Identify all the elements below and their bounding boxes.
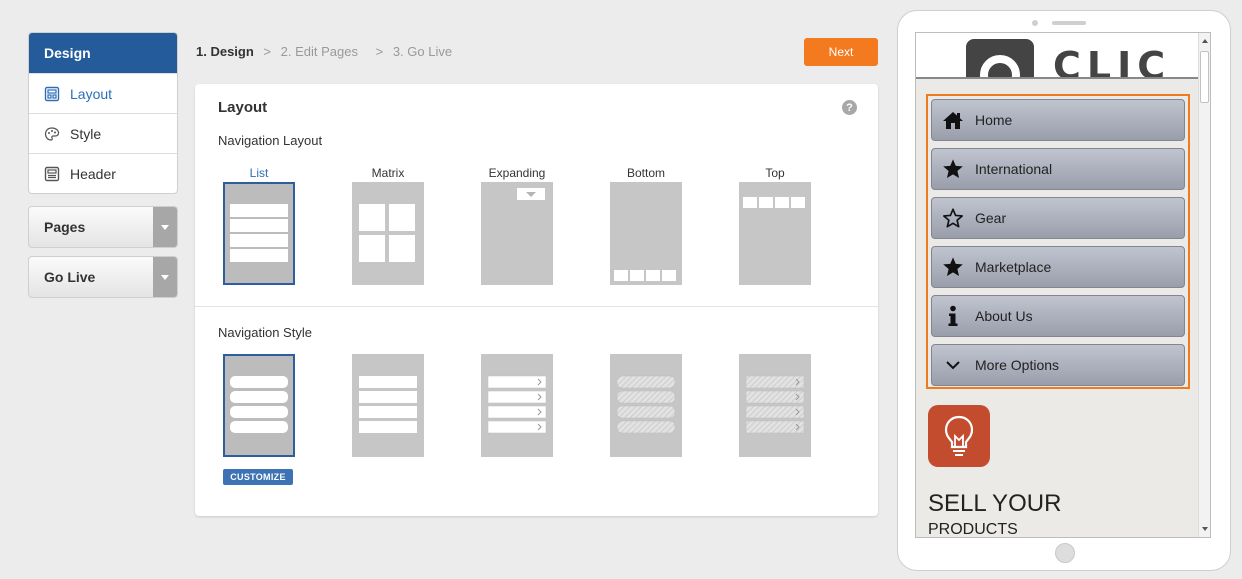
design-header[interactable]: Design bbox=[29, 33, 177, 73]
phone-home-button bbox=[1055, 543, 1075, 563]
section-divider bbox=[195, 306, 878, 307]
help-icon[interactable]: ? bbox=[842, 100, 857, 115]
phone-camera bbox=[1032, 20, 1038, 26]
nav-style-title: Navigation Style bbox=[218, 325, 312, 340]
layout-thumbnail-top bbox=[739, 182, 811, 285]
sidebar: Design Layout Style Header Pages Go Live bbox=[28, 32, 178, 298]
star-outline-icon bbox=[942, 207, 964, 229]
preview-nav-label: More Options bbox=[975, 357, 1060, 373]
preview-nav-about-us[interactable]: About Us bbox=[931, 295, 1185, 337]
layout-icon bbox=[44, 86, 60, 102]
home-icon bbox=[942, 109, 964, 131]
layout-panel: Layout ? Navigation Layout List Matrix E… bbox=[195, 84, 878, 516]
layout-option-label: Top bbox=[765, 166, 785, 180]
preview-nav-marketplace[interactable]: Marketplace bbox=[931, 246, 1185, 288]
preview-nav-more-options[interactable]: More Options bbox=[931, 344, 1185, 386]
breadcrumb-separator: > bbox=[263, 44, 272, 59]
layout-thumbnail-expanding bbox=[481, 182, 553, 285]
design-panel: Design Layout Style Header bbox=[28, 32, 178, 194]
panel-title: Layout bbox=[218, 99, 268, 116]
pages-label: Pages bbox=[44, 219, 86, 235]
phone-screen: CLIC Home International Gear Marketplace… bbox=[915, 32, 1211, 538]
chevron-down-icon bbox=[942, 354, 964, 376]
sidebar-item-layout[interactable]: Layout bbox=[29, 73, 177, 113]
star-filled-icon bbox=[942, 256, 964, 278]
preview-nav-label: Gear bbox=[975, 210, 1007, 226]
chevron-down-icon bbox=[153, 257, 177, 297]
golive-label: Go Live bbox=[44, 269, 96, 285]
customize-button[interactable]: CUSTOMIZE bbox=[223, 469, 293, 485]
layout-thumbnail-matrix bbox=[352, 182, 424, 285]
scroll-down-icon[interactable] bbox=[1202, 527, 1208, 531]
style-thumbnail-rounded bbox=[223, 354, 295, 457]
app-logo-bar: CLIC bbox=[916, 33, 1198, 79]
promo-title: SELL YOUR bbox=[928, 490, 1062, 517]
header-icon bbox=[44, 166, 60, 182]
layout-option-expanding[interactable]: Expanding bbox=[481, 166, 553, 285]
style-thumbnail-textured-arrow bbox=[739, 354, 811, 457]
preview-nav-label: Home bbox=[975, 112, 1013, 128]
sidebar-item-label: Layout bbox=[70, 85, 113, 102]
layout-option-label: Bottom bbox=[626, 166, 665, 180]
preview-nav-label: Marketplace bbox=[975, 259, 1052, 275]
preview-scrollbar[interactable] bbox=[1198, 33, 1210, 537]
promo-subtitle: PRODUCTS bbox=[928, 521, 1018, 538]
layout-option-label: Expanding bbox=[488, 166, 546, 180]
info-icon bbox=[942, 305, 964, 327]
sidebar-item-label: Header bbox=[70, 165, 116, 182]
breadcrumb-step-go-live[interactable]: 3. Go Live bbox=[393, 44, 452, 59]
phone-preview: CLIC Home International Gear Marketplace… bbox=[897, 10, 1231, 571]
preview-nav-gear[interactable]: Gear bbox=[931, 197, 1185, 239]
layout-option-label: List bbox=[249, 166, 269, 180]
star-filled-icon bbox=[942, 158, 964, 180]
scrollbar-thumb[interactable] bbox=[1200, 51, 1209, 103]
sidebar-item-style[interactable]: Style bbox=[29, 113, 177, 153]
layout-option-top[interactable]: Top bbox=[739, 166, 811, 285]
layout-option-list[interactable]: List bbox=[223, 166, 295, 285]
palette-icon bbox=[44, 126, 60, 142]
lightbulb-icon bbox=[928, 405, 990, 467]
app-logo-icon bbox=[966, 39, 1034, 77]
sidebar-item-header[interactable]: Header bbox=[29, 153, 177, 193]
breadcrumb: 1. Design > 2. Edit Pages > 3. Go Live bbox=[196, 44, 452, 59]
layout-thumbnail-bottom bbox=[610, 182, 682, 285]
layout-option-label: Matrix bbox=[371, 166, 405, 180]
preview-nav-menu: Home International Gear Marketplace Abou… bbox=[926, 94, 1190, 389]
preview-nav-home[interactable]: Home bbox=[931, 99, 1185, 141]
scroll-up-icon[interactable] bbox=[1202, 39, 1208, 43]
breadcrumb-step-design[interactable]: 1. Design bbox=[196, 44, 254, 59]
preview-nav-international[interactable]: International bbox=[931, 148, 1185, 190]
phone-speaker bbox=[1052, 21, 1086, 25]
layout-option-matrix[interactable]: Matrix bbox=[352, 166, 424, 285]
style-thumbnail-flat bbox=[352, 354, 424, 457]
breadcrumb-step-edit-pages[interactable]: 2. Edit Pages bbox=[281, 44, 358, 59]
layout-thumbnail-list bbox=[223, 182, 295, 285]
golive-accordion-button[interactable]: Go Live bbox=[28, 256, 178, 298]
layout-option-bottom[interactable]: Bottom bbox=[610, 166, 682, 285]
style-thumbnail-arrow bbox=[481, 354, 553, 457]
pages-accordion-button[interactable]: Pages bbox=[28, 206, 178, 248]
next-button[interactable]: Next bbox=[804, 38, 878, 66]
style-thumbnail-textured-rounded bbox=[610, 354, 682, 457]
preview-nav-label: About Us bbox=[975, 308, 1033, 324]
preview-nav-label: International bbox=[975, 161, 1053, 177]
nav-layout-title: Navigation Layout bbox=[218, 133, 323, 148]
sidebar-item-label: Style bbox=[70, 125, 102, 142]
breadcrumb-separator: > bbox=[375, 44, 384, 59]
chevron-down-icon bbox=[153, 207, 177, 247]
app-logo-text: CLIC bbox=[1053, 44, 1172, 79]
